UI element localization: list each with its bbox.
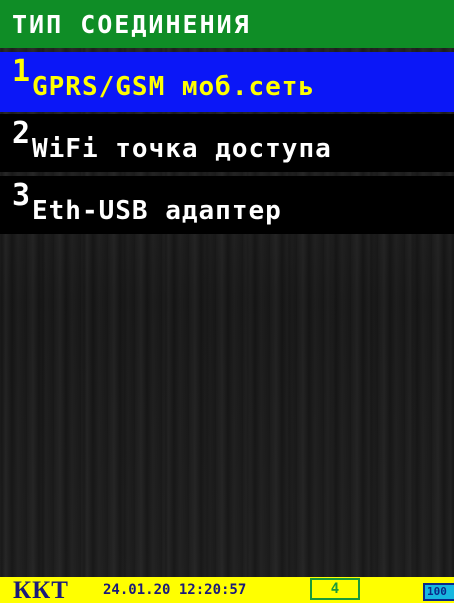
menu-item-label: WiFi точка доступа — [32, 134, 332, 164]
menu-item-label: GPRS/GSM моб.сеть — [32, 72, 316, 102]
battery-level: 100 — [427, 585, 447, 598]
device-label: ККТ — [13, 577, 69, 603]
device-screen: ТИП СОЕДИНЕНИЯ 1 GPRS/GSM моб.сеть 2 WiF… — [0, 0, 454, 603]
page-title: ТИП СОЕДИНЕНИЯ — [12, 9, 251, 39]
menu-item-number: 2 — [12, 116, 31, 151]
menu-item-number: 3 — [12, 178, 31, 213]
menu-item-gprs-gsm[interactable]: 1 GPRS/GSM моб.сеть — [0, 52, 454, 112]
menu-item-label: Eth-USB адаптер — [32, 196, 282, 226]
counter-badge: 4 — [310, 578, 360, 600]
title-bar: ТИП СОЕДИНЕНИЯ — [0, 0, 454, 48]
menu-item-number: 1 — [12, 54, 31, 89]
status-bar: ККТ 24.01.20 12:20:57 4 100 — [0, 577, 454, 603]
menu-item-eth-usb[interactable]: 3 Eth-USB адаптер — [0, 176, 454, 234]
battery-icon: 100 — [423, 583, 454, 601]
datetime-display: 24.01.20 12:20:57 — [103, 582, 247, 598]
menu-item-wifi[interactable]: 2 WiFi точка доступа — [0, 114, 454, 172]
